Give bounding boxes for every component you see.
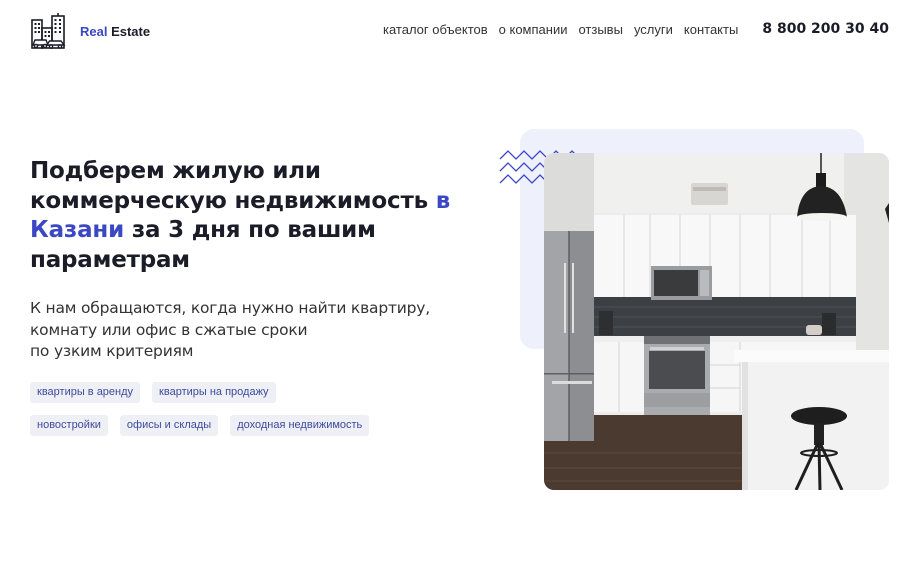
kitchen-illustration: [544, 153, 889, 490]
city-buildings-icon: [31, 13, 66, 49]
hero-headline: Подберем жилую или коммерческую недвижим…: [30, 157, 470, 275]
site-header: Real Estate каталог объектов о компании …: [0, 0, 924, 62]
nav-link-catalog[interactable]: каталог объектов: [383, 22, 488, 37]
kitchen-photo: [544, 153, 889, 490]
nav-link-contacts[interactable]: контакты: [684, 22, 738, 37]
tag-row: квартиры в аренду квартиры на продажу: [30, 382, 450, 403]
subtext-line-2: комнату или офис в сжатые сроки: [30, 320, 308, 339]
nav-link-about[interactable]: о компании: [499, 22, 568, 37]
nav-link-services[interactable]: услуги: [634, 22, 673, 37]
hero-subtext: К нам обращаются, когда нужно найти квар…: [30, 298, 470, 363]
logo-text-rest: Estate: [107, 23, 151, 39]
tag-income-property[interactable]: доходная недвижимость: [230, 415, 370, 436]
subtext-line-3: по узким критериям: [30, 342, 194, 360]
logo-text: Real Estate: [80, 24, 150, 39]
tag-sale-apartments[interactable]: квартиры на продажу: [152, 382, 276, 403]
phone-number[interactable]: 8 800 200 30 40: [762, 21, 889, 37]
main-nav: каталог объектов о компании отзывы услуг…: [383, 22, 738, 37]
logo-text-accent: Real: [80, 23, 108, 39]
subtext-line-1: К нам обращаются, когда нужно найти квар…: [30, 299, 430, 317]
tag-new-buildings[interactable]: новостройки: [30, 415, 108, 436]
tag-rent-apartments[interactable]: квартиры в аренду: [30, 382, 141, 403]
tag-offices-warehouses[interactable]: офисы и склады: [119, 415, 219, 436]
tag-row: новостройки офисы и склады доходная недв…: [30, 415, 450, 436]
nav-link-reviews[interactable]: отзывы: [578, 22, 622, 37]
logo[interactable]: Real Estate: [30, 12, 150, 50]
headline-part1: Подберем жилую или коммерческую недвижим…: [30, 158, 436, 214]
category-tags: квартиры в аренду квартиры на продажу но…: [30, 382, 450, 448]
